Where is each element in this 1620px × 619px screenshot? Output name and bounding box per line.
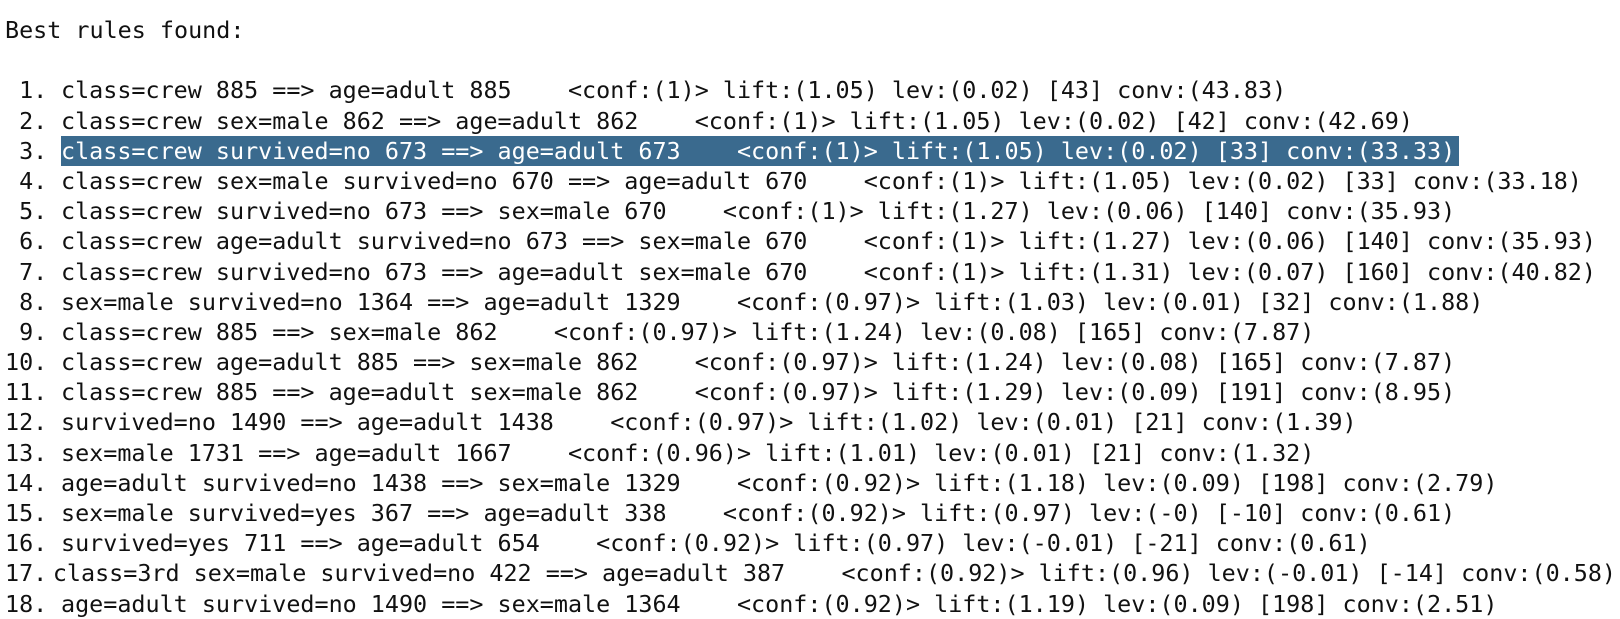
rule-number: 4. [5, 166, 48, 195]
rule-text[interactable]: class=crew 885 ==> sex=male 862 <conf:(0… [61, 317, 1318, 347]
rule-row[interactable]: 18. age=adult survived=no 1490 ==> sex=ma… [5, 589, 1620, 619]
rule-text[interactable]: survived=no 1490 ==> age=adult 1438 <con… [61, 407, 1361, 437]
rule-text[interactable]: class=crew age=adult 885 ==> sex=male 86… [61, 347, 1459, 377]
rule-row[interactable]: 14. age=adult survived=no 1438 ==> sex=ma… [5, 468, 1620, 498]
rule-text[interactable]: class=crew survived=no 673 ==> age=adult… [61, 257, 1600, 287]
rule-text[interactable]: class=crew sex=male 862 ==> age=adult 86… [61, 106, 1417, 136]
rule-row[interactable]: 6. class=crew age=adult survived=no 673 =… [5, 226, 1620, 256]
output-heading: Best rules found: [5, 16, 245, 44]
rule-row[interactable]: 15. sex=male survived=yes 367 ==> age=adu… [5, 498, 1620, 528]
rule-number: 11. [5, 378, 48, 407]
rule-row[interactable]: 13. sex=male 1731 ==> age=adult 1667 <con… [5, 438, 1620, 468]
rules-list: 1. class=crew 885 ==> age=adult 885 <conf… [5, 75, 1620, 618]
rule-row[interactable]: 5. class=crew survived=no 673 ==> sex=mal… [5, 196, 1620, 226]
rule-number: 14. [5, 468, 48, 497]
rule-row[interactable]: 16. survived=yes 711 ==> age=adult 654 <c… [5, 528, 1620, 558]
terminal-output[interactable]: Best rules found: 1. class=crew 885 ==> a… [5, 15, 1620, 618]
rule-text[interactable]: age=adult survived=no 1490 ==> sex=male … [61, 589, 1501, 619]
rule-number: 12. [5, 408, 48, 437]
rule-number: 17. [5, 559, 48, 588]
rule-text[interactable]: sex=male survived=no 1364 ==> age=adult … [61, 287, 1487, 317]
rule-text[interactable]: class=crew 885 ==> age=adult sex=male 86… [61, 377, 1459, 407]
rule-number: 15. [5, 499, 48, 527]
rule-text[interactable]: class=crew survived=no 673 ==> sex=male … [61, 196, 1459, 226]
rule-row[interactable]: 10. class=crew age=adult 885 ==> sex=male… [5, 347, 1620, 377]
rule-row[interactable]: 2. class=crew sex=male 862 ==> age=adult … [5, 106, 1620, 136]
rule-text[interactable]: class=3rd sex=male survived=no 422 ==> a… [53, 558, 1620, 588]
rule-row[interactable]: 11. class=crew 885 ==> age=adult sex=male… [5, 377, 1620, 407]
rule-number: 7. [5, 257, 48, 286]
rule-row-selected[interactable]: 3. class=crew survived=no 673 ==> age=adu… [5, 135, 1620, 166]
rule-row[interactable]: 4. class=crew sex=male survived=no 670 ==… [5, 166, 1620, 196]
rule-number: 2. [5, 106, 48, 135]
rule-text[interactable]: class=crew age=adult survived=no 673 ==>… [61, 226, 1600, 256]
rule-number: 13. [5, 438, 48, 467]
rule-row[interactable]: 9. class=crew 885 ==> sex=male 862 <conf:… [5, 317, 1620, 347]
rule-row[interactable]: 1. class=crew 885 ==> age=adult 885 <conf… [5, 75, 1620, 105]
rule-number: 9. [5, 317, 48, 346]
rule-number: 1. [5, 76, 48, 105]
rule-text[interactable]: age=adult survived=no 1438 ==> sex=male … [61, 468, 1501, 498]
rule-text[interactable]: sex=male survived=yes 367 ==> age=adult … [61, 498, 1459, 528]
rule-row[interactable]: 7. class=crew survived=no 673 ==> age=adu… [5, 257, 1620, 287]
rule-number: 6. [5, 227, 48, 256]
rule-text[interactable]: class=crew sex=male survived=no 670 ==> … [61, 166, 1586, 196]
rule-number: 3. [5, 136, 48, 165]
rule-text[interactable]: survived=yes 711 ==> age=adult 654 <conf… [61, 528, 1375, 558]
rule-number: 16. [5, 529, 48, 558]
rule-row[interactable]: 12. survived=no 1490 ==> age=adult 1438 <… [5, 407, 1620, 437]
rule-text[interactable]: class=crew 885 ==> age=adult 885 <conf:(… [61, 75, 1290, 105]
rule-number: 5. [5, 197, 48, 226]
rule-row[interactable]: 8. sex=male survived=no 1364 ==> age=adul… [5, 287, 1620, 317]
rule-number: 10. [5, 348, 48, 377]
rule-number: 8. [5, 287, 48, 316]
rule-number: 18. [5, 589, 48, 618]
rule-text[interactable]: class=crew survived=no 673 ==> age=adult… [61, 135, 1460, 166]
rule-text[interactable]: sex=male 1731 ==> age=adult 1667 <conf:(… [61, 438, 1318, 468]
rule-row[interactable]: 17. class=3rd sex=male survived=no 422 ==… [5, 558, 1620, 588]
